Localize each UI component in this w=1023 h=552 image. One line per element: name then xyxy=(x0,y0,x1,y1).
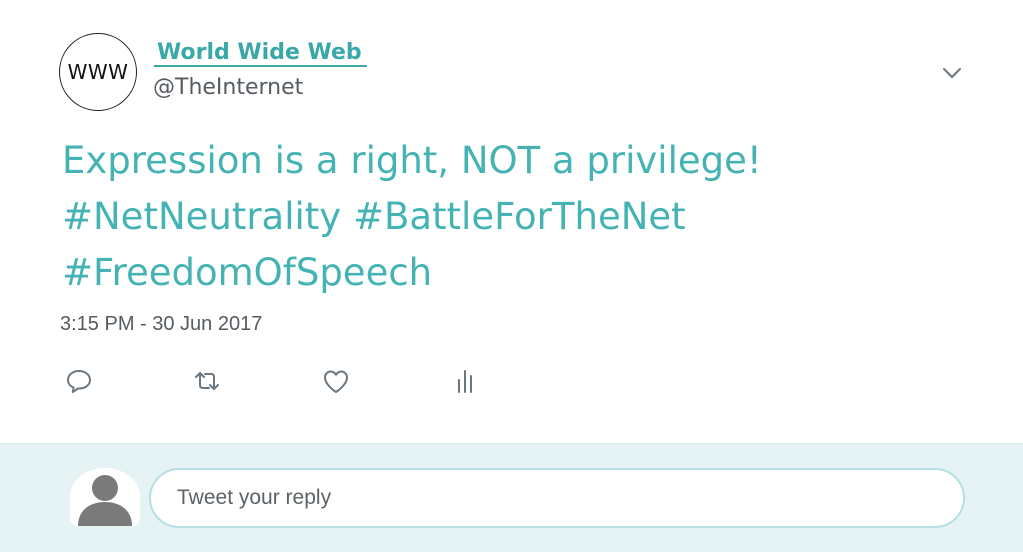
reply-icon[interactable] xyxy=(64,366,94,396)
reply-input[interactable] xyxy=(149,468,965,528)
avatar-text: WWW xyxy=(67,60,129,84)
display-name-underline xyxy=(154,65,367,67)
like-icon[interactable] xyxy=(321,366,351,396)
chevron-down-icon[interactable] xyxy=(940,64,964,82)
retweet-icon[interactable] xyxy=(192,366,222,396)
tweet-card: WWW World Wide Web @TheInternet Expressi… xyxy=(0,0,1023,443)
analytics-icon[interactable] xyxy=(450,366,480,396)
user-avatar[interactable]: WWW xyxy=(59,33,137,111)
tweet-text-line[interactable]: #NetNeutrality #BattleForTheNet xyxy=(62,189,942,245)
tweet-text-line: Expression is a right, NOT a privilege! xyxy=(62,139,762,182)
default-avatar-icon xyxy=(70,468,140,526)
user-handle[interactable]: @TheInternet xyxy=(153,75,303,100)
display-name[interactable]: World Wide Web xyxy=(157,40,362,65)
tweet-text: Expression is a right, NOT a privilege! … xyxy=(62,133,942,301)
tweet-timestamp[interactable]: 3:15 PM - 30 Jun 2017 xyxy=(60,313,262,336)
tweet-text-line[interactable]: #FreedomOfSpeech xyxy=(62,245,942,301)
